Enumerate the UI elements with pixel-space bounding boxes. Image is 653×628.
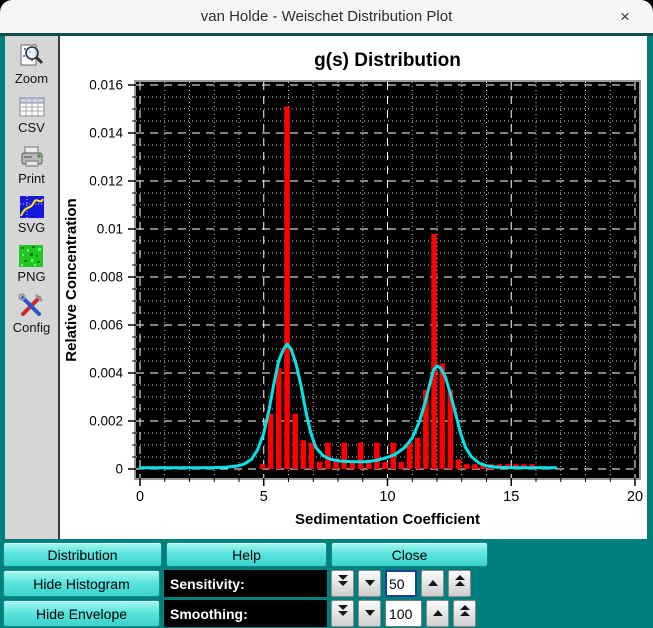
zoom-tool-label: Zoom (14, 71, 49, 86)
svg-text:0.002: 0.002 (89, 414, 123, 429)
svg-tool-label: SVG (17, 220, 46, 235)
svg-text:0.016: 0.016 (89, 78, 123, 93)
down-arrow-icon (364, 575, 376, 593)
main-area: Zoom CSV Print SVG PNG Config 0 0.002 0.… (0, 36, 653, 539)
sensitivity-increment-button[interactable] (421, 570, 444, 597)
up-arrow-icon (432, 605, 444, 623)
window-title: van Holde - Weischet Distribution Plot (200, 8, 453, 25)
svg-text:0.012: 0.012 (89, 174, 123, 189)
smoothing-decrement-button[interactable] (358, 600, 381, 627)
distribution-plot[interactable]: 0 0.002 0.004 0.006 0.008 0.01 0.012 0.014 0.016… (60, 36, 647, 539)
svg-text:10: 10 (379, 489, 395, 505)
smoothing-input[interactable] (385, 600, 422, 627)
csv-tool-label: CSV (18, 120, 45, 135)
smoothing-fast-decrement-button[interactable] (331, 600, 354, 627)
close-button[interactable]: Close (331, 542, 488, 567)
smoothing-increment-button[interactable] (426, 600, 449, 627)
config-tool-label: Config (12, 320, 51, 335)
plot-window: van Holde - Weischet Distribution Plot ×… (0, 0, 653, 628)
config-icon (17, 293, 45, 319)
zoom-icon (17, 43, 45, 70)
svg-text:0.008: 0.008 (89, 270, 123, 285)
up-arrow-icon (427, 575, 439, 593)
svg-text:15: 15 (503, 489, 519, 505)
toolbar-sidebar: Zoom CSV Print SVG PNG Config (5, 36, 60, 539)
sensitivity-decrement-button[interactable] (358, 570, 381, 597)
svg-text:0.006: 0.006 (89, 318, 123, 333)
smoothing-fast-increment-button[interactable] (453, 600, 476, 627)
double-down-arrow-icon (337, 604, 349, 623)
print-icon (18, 144, 46, 170)
svg-text:0.014: 0.014 (89, 126, 123, 141)
csv-icon (18, 95, 46, 119)
double-up-arrow-icon (459, 604, 471, 623)
svg-tool-button[interactable]: SVG (18, 195, 45, 235)
png-tool-label: PNG (17, 269, 46, 284)
close-icon[interactable]: × (613, 5, 637, 29)
config-tool-button[interactable]: Config (12, 293, 51, 335)
svg-text:Sedimentation Coefficient: Sedimentation Coefficient (295, 511, 480, 528)
svg-text:5: 5 (260, 489, 268, 505)
title-bar[interactable]: van Holde - Weischet Distribution Plot × (0, 0, 653, 36)
hide-envelope-button[interactable]: Hide Envelope (3, 600, 160, 627)
png-icon (18, 244, 44, 268)
sensitivity-fast-decrement-button[interactable] (331, 570, 354, 597)
print-tool-label: Print (18, 171, 45, 186)
print-tool-button[interactable]: Print (18, 144, 46, 186)
svg-text:0.01: 0.01 (97, 222, 123, 237)
down-arrow-icon (364, 605, 376, 623)
double-down-arrow-icon (337, 574, 349, 593)
sensitivity-label: Sensitivity: (164, 570, 327, 597)
sensitivity-input[interactable] (385, 570, 417, 597)
control-panel: Distribution Help Close Hide Histogram S… (0, 539, 653, 627)
smoothing-label: Smoothing: (164, 600, 327, 627)
svg-text:0.004: 0.004 (89, 366, 123, 381)
svg-text:Relative Concentration: Relative Concentration (63, 198, 80, 361)
svg-text:20: 20 (627, 489, 643, 505)
distribution-button[interactable]: Distribution (3, 542, 162, 567)
zoom-tool-button[interactable]: Zoom (15, 43, 48, 86)
help-button[interactable]: Help (166, 542, 327, 567)
svg-text:0: 0 (136, 489, 144, 505)
svg-text:0: 0 (115, 462, 123, 477)
png-tool-button[interactable]: PNG (17, 244, 46, 284)
double-up-arrow-icon (454, 574, 466, 593)
sensitivity-fast-increment-button[interactable] (448, 570, 471, 597)
plot-canvas[interactable]: 0 0.002 0.004 0.006 0.008 0.01 0.012 0.014 0.016… (60, 36, 647, 539)
csv-tool-button[interactable]: CSV (18, 95, 46, 135)
svg-icon (19, 195, 45, 219)
svg-text:g(s) Distribution: g(s) Distribution (314, 50, 461, 71)
hide-histogram-button[interactable]: Hide Histogram (3, 570, 160, 597)
